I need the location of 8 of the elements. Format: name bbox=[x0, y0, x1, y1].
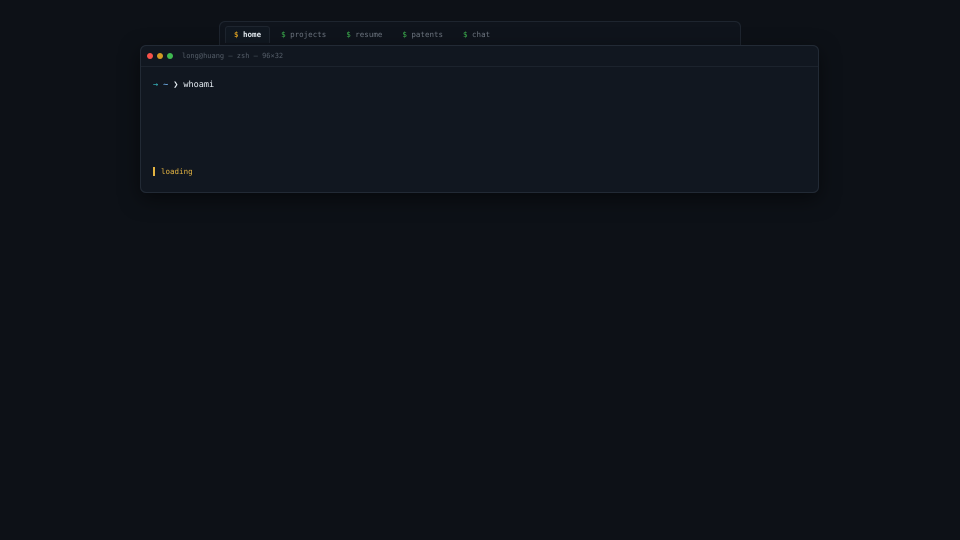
minimize-icon[interactable] bbox=[157, 53, 163, 59]
close-icon[interactable] bbox=[147, 53, 153, 59]
prompt-chevron: ❯ bbox=[173, 80, 178, 90]
cursor-icon bbox=[153, 167, 155, 176]
command-text: whoami bbox=[183, 80, 214, 90]
prompt-directory: ~ bbox=[163, 80, 168, 90]
maximize-icon[interactable] bbox=[167, 53, 173, 59]
prompt-arrow: → bbox=[153, 80, 158, 90]
